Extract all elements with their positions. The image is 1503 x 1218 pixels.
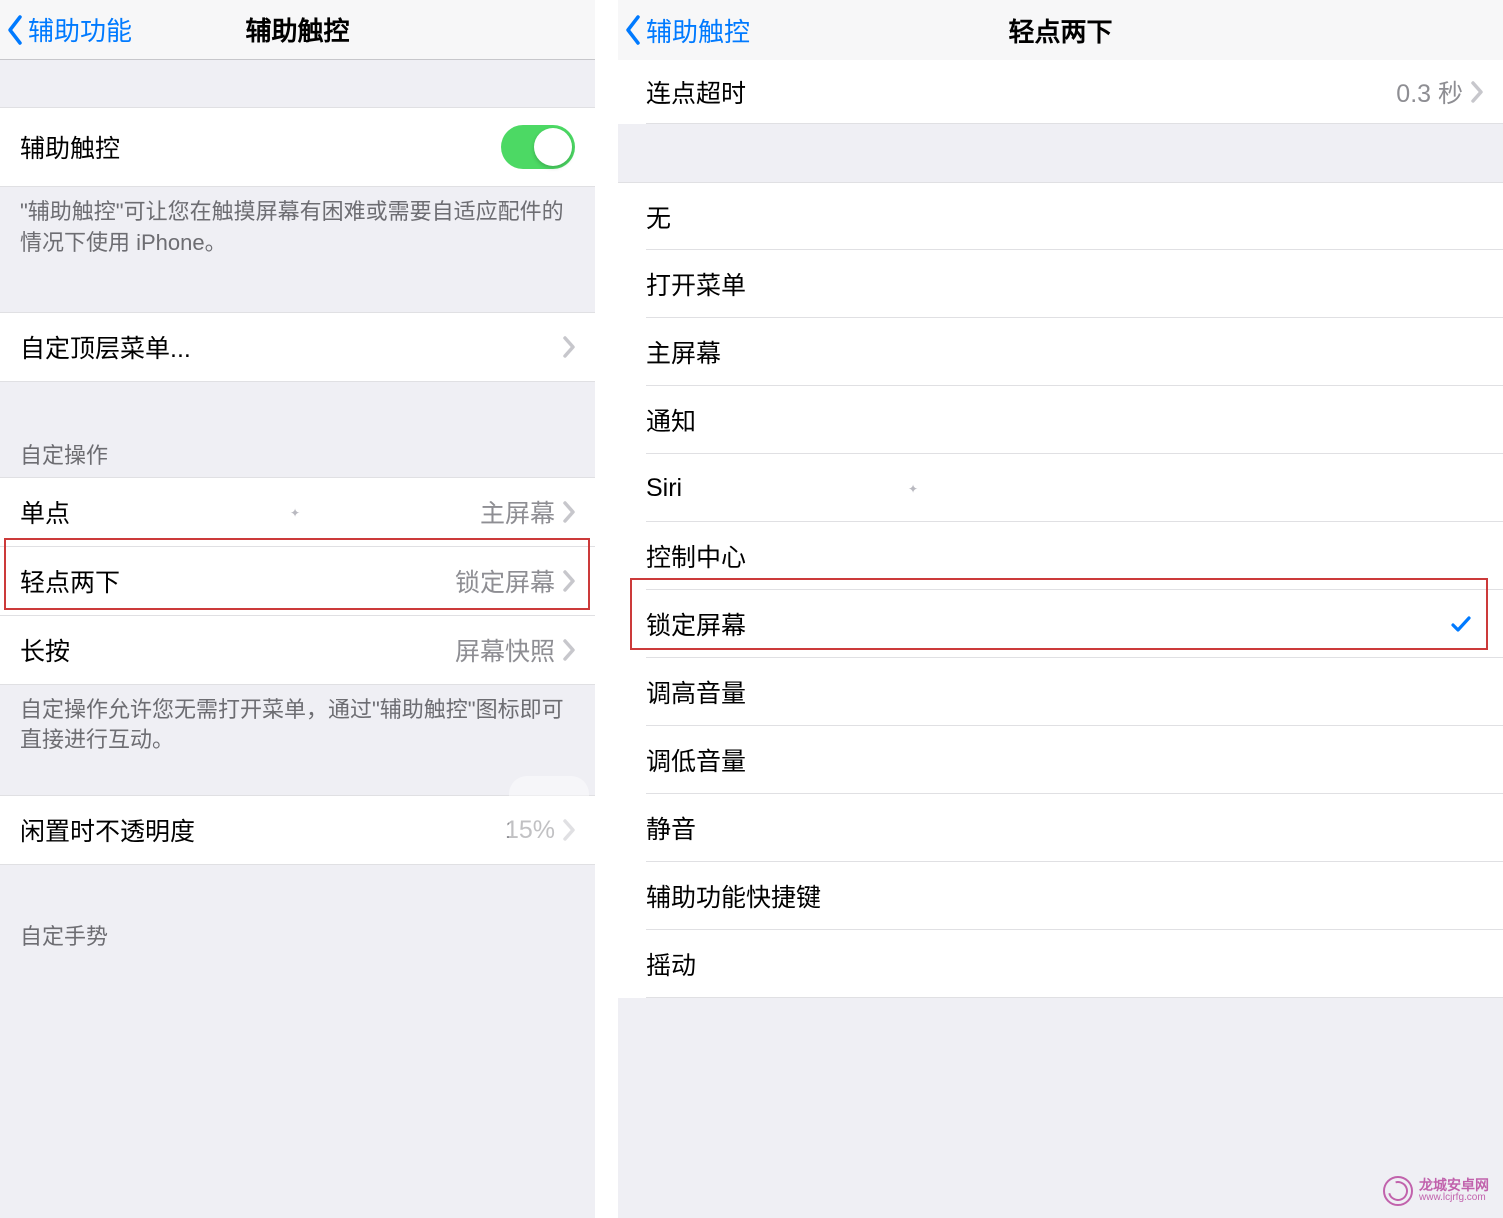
row-label: 长按 [20, 632, 455, 668]
row-label: 闲置时不透明度 [20, 812, 505, 848]
option-label: 摇动 [646, 946, 696, 982]
nav-bar: 辅助触控 轻点两下 [618, 0, 1503, 60]
row-idle-opacity[interactable]: 闲置时不透明度 15% [0, 795, 595, 865]
spacer [618, 124, 1503, 182]
star-icon: ✦ [908, 482, 918, 496]
star-icon: ✦ [290, 506, 300, 520]
back-label: 辅助触控 [646, 12, 750, 49]
settings-screen-assistivetouch: 辅助功能 辅助触控 辅助触控 "辅助触控"可让您在触摸屏幕有困难或需要自适应配件… [0, 0, 596, 1218]
row-single-tap[interactable]: 单点 主屏幕 ✦ [0, 477, 595, 547]
chevron-right-icon [563, 639, 575, 661]
chevron-left-icon [6, 14, 24, 46]
row-value: 屏幕快照 [455, 632, 555, 668]
page-title: 轻点两下 [618, 12, 1503, 49]
row-label: 辅助触控 [20, 129, 501, 165]
row-value: 主屏幕 [480, 494, 555, 530]
row-double-tap[interactable]: 轻点两下 锁定屏幕 [0, 546, 595, 616]
assistivetouch-floating-button[interactable] [509, 776, 589, 856]
row-long-press[interactable]: 长按 屏幕快照 [0, 615, 595, 685]
watermark-text: 龙城安卓网 www.lcjrfg.com [1419, 1178, 1489, 1203]
nav-bar: 辅助功能 辅助触控 [0, 0, 595, 60]
row-label: 自定顶层菜单... [20, 329, 563, 365]
spacer [0, 60, 595, 108]
option-label: 控制中心 [646, 538, 746, 574]
row-custom-top-menu[interactable]: 自定顶层菜单... [0, 312, 595, 382]
row-label: 轻点两下 [20, 563, 455, 599]
option-none[interactable]: 无 [618, 182, 1503, 250]
option-label: 锁定屏幕 [646, 606, 746, 642]
checkmark-icon [1449, 612, 1473, 636]
section-header-actions: 自定操作 [0, 382, 595, 478]
switch-on[interactable] [501, 125, 575, 169]
watermark-title: 龙城安卓网 [1419, 1178, 1489, 1193]
option-label: 无 [646, 199, 671, 235]
chevron-left-icon [624, 14, 642, 46]
option-siri[interactable]: Siri ✦ [618, 454, 1503, 522]
chevron-right-icon [563, 501, 575, 523]
option-label: 调高音量 [646, 674, 746, 710]
option-control-center[interactable]: 控制中心 [618, 522, 1503, 590]
option-label: 主屏幕 [646, 334, 721, 370]
watermark-url: www.lcjrfg.com [1419, 1193, 1489, 1204]
watermark-logo-icon [1383, 1176, 1413, 1206]
options-list: 无 打开菜单 主屏幕 通知 Siri ✦ 控制中心 锁定屏幕 调高音量 调低音量… [618, 182, 1503, 998]
row-label: 单点 [20, 494, 480, 530]
chevron-right-icon [1471, 81, 1483, 103]
option-shake[interactable]: 摇动 [618, 930, 1503, 998]
option-lock-screen[interactable]: 锁定屏幕 [618, 590, 1503, 658]
spacer [0, 277, 595, 313]
option-label: 调低音量 [646, 742, 746, 778]
row-timeout[interactable]: 连点超时 0.3 秒 [618, 60, 1503, 124]
section-header-gestures: 自定手势 [0, 865, 595, 959]
row-value: 锁定屏幕 [455, 563, 555, 599]
option-home[interactable]: 主屏幕 [618, 318, 1503, 386]
option-mute[interactable]: 静音 [618, 794, 1503, 862]
watermark: 龙城安卓网 www.lcjrfg.com [1383, 1176, 1489, 1206]
option-open-menu[interactable]: 打开菜单 [618, 250, 1503, 318]
back-button[interactable]: 辅助功能 [6, 11, 132, 48]
footer-text: 自定操作允许您无需打开菜单，通过"辅助触控"图标即可直接进行互动。 [0, 685, 595, 775]
chevron-right-icon [563, 336, 575, 358]
option-volume-down[interactable]: 调低音量 [618, 726, 1503, 794]
back-label: 辅助功能 [28, 11, 132, 48]
row-assistivetouch-toggle[interactable]: 辅助触控 [0, 107, 595, 187]
option-accessibility-shortcut[interactable]: 辅助功能快捷键 [618, 862, 1503, 930]
option-label: 打开菜单 [646, 266, 746, 302]
option-volume-up[interactable]: 调高音量 [618, 658, 1503, 726]
row-value: 0.3 秒 [1396, 74, 1463, 110]
option-notifications[interactable]: 通知 [618, 386, 1503, 454]
option-label: 辅助功能快捷键 [646, 878, 821, 914]
chevron-right-icon [563, 570, 575, 592]
back-button[interactable]: 辅助触控 [624, 12, 750, 49]
spacer [0, 774, 595, 796]
footer-text: "辅助触控"可让您在触摸屏幕有困难或需要自适应配件的情况下使用 iPhone。 [0, 187, 595, 277]
option-label: Siri [646, 474, 682, 503]
settings-screen-double-tap: 辅助触控 轻点两下 连点超时 0.3 秒 无 打开菜单 主屏幕 通知 Siri … [618, 0, 1503, 1218]
option-label: 通知 [646, 402, 696, 438]
option-label: 静音 [646, 810, 696, 846]
row-label: 连点超时 [646, 74, 1396, 110]
